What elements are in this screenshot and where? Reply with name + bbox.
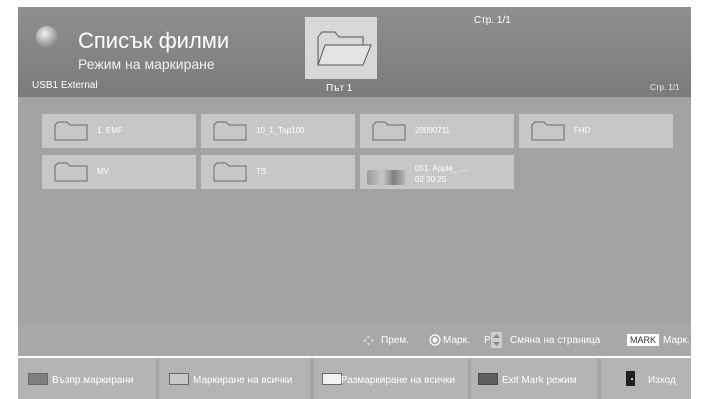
- source-label: USB1 External: [32, 80, 98, 91]
- unmark-all-button[interactable]: Размаркиране на всички: [314, 358, 468, 399]
- hint-page-change: Смяна на страница: [510, 335, 601, 346]
- ok-button-icon: [429, 334, 441, 346]
- color-key-icon: [28, 373, 48, 385]
- page-indicator-top: Стр. 1/1: [474, 15, 511, 26]
- folder-item[interactable]: 10_1_Top100: [201, 114, 355, 148]
- button-label: Изход: [648, 375, 676, 386]
- header: Списък филми Режим на маркиране USB1 Ext…: [18, 7, 691, 97]
- folder-item[interactable]: MV: [42, 155, 196, 189]
- folder-item[interactable]: 1. EMF: [42, 114, 196, 148]
- folder-icon: [372, 121, 406, 141]
- folder-name: TS: [256, 167, 267, 176]
- folder-item[interactable]: FHD: [519, 114, 673, 148]
- button-label: Възпр.маркирани: [52, 375, 134, 386]
- video-item[interactable]: 051. Apple_ .... 02:30:25: [360, 155, 514, 189]
- file-grid: 1. EMF 10_1_Top100 20090711 FHD MV TS 05…: [18, 97, 691, 324]
- folder-item[interactable]: TS: [201, 155, 355, 189]
- folder-icon: [54, 162, 88, 182]
- video-duration: 02:30:25: [415, 175, 447, 184]
- page-title: Списък филми: [78, 28, 230, 53]
- exit-door-icon: [626, 371, 635, 386]
- folder-icon: [531, 121, 565, 141]
- hint-page-key: P: [484, 335, 491, 346]
- hint-move: Прем.: [381, 335, 409, 346]
- path-label: Път 1: [326, 83, 353, 94]
- color-key-icon: [322, 373, 342, 385]
- key-hints-bar: Прем. Марк. P Смяна на страница MARK Мар…: [18, 324, 691, 356]
- folder-item[interactable]: 20090711: [360, 114, 514, 148]
- color-key-icon: [169, 373, 189, 385]
- video-name: 051. Apple_ ....: [415, 164, 469, 173]
- movie-list-icon: [36, 26, 58, 48]
- exit-mark-mode-button[interactable]: Exit Mark режим: [471, 358, 597, 399]
- action-button-bar: Възпр.маркирани Маркиране на всички Разм…: [18, 358, 691, 399]
- stop-marked-button[interactable]: Възпр.маркирани: [18, 358, 156, 399]
- mode-label: Режим на маркиране: [78, 56, 215, 72]
- page-indicator: Стр. 1/1: [650, 83, 680, 92]
- video-thumbnail: [367, 170, 405, 185]
- folder-name: 1. EMF: [97, 126, 123, 135]
- folder-name: 10_1_Top100: [256, 126, 305, 135]
- folder-name: MV: [97, 167, 109, 176]
- folder-name: 20090711: [415, 126, 450, 135]
- mark-all-button[interactable]: Маркиране на всички: [159, 358, 310, 399]
- folder-name: FHD: [574, 126, 591, 135]
- button-label: Размаркиране на всички: [341, 375, 456, 386]
- movie-list-screen: Списък филми Режим на маркиране USB1 Ext…: [0, 0, 708, 399]
- folder-icon: [54, 121, 88, 141]
- hint-mark: Марк.: [443, 335, 470, 346]
- current-folder-icon: [305, 17, 377, 79]
- move-arrows-icon: [363, 335, 374, 346]
- page-up-down-icon: [491, 332, 502, 348]
- color-key-icon: [478, 373, 498, 385]
- hint-mark-2: Марк.: [663, 335, 690, 346]
- mark-key-badge: MARK: [627, 334, 660, 346]
- video-info: 051. Apple_ .... 02:30:25: [415, 163, 468, 185]
- exit-button[interactable]: Изход: [601, 358, 691, 399]
- button-label: Exit Mark режим: [502, 375, 577, 386]
- folder-icon: [213, 162, 247, 182]
- button-label: Маркиране на всички: [193, 375, 293, 386]
- folder-icon: [213, 121, 247, 141]
